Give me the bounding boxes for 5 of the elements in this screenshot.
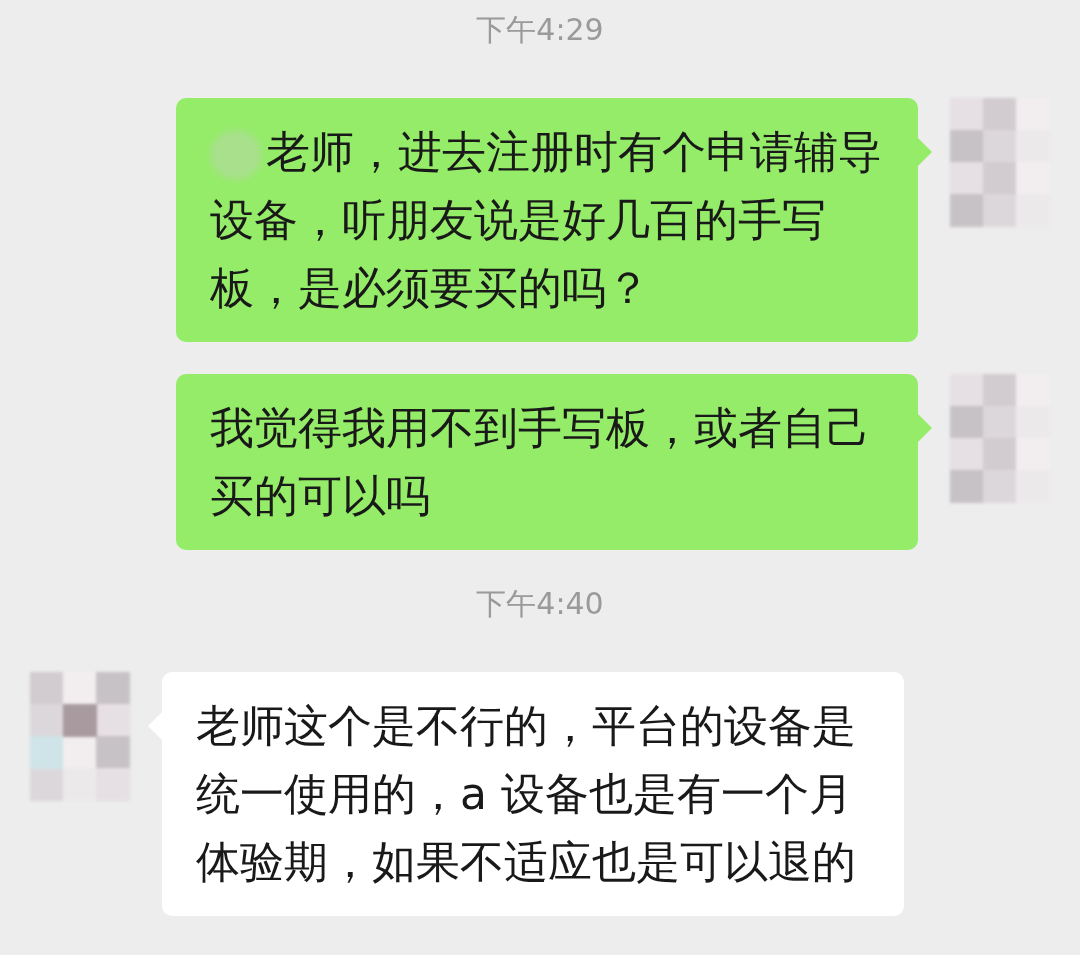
- timestamp: 下午4:29: [476, 11, 604, 49]
- message-text: 我觉得我用不到手写板，或者自己买的可以吗: [210, 402, 870, 521]
- message-text: 老师，进去注册时有个申请辅导设备，听朋友说是好几百的手写板，是必须要买的吗？: [210, 126, 882, 313]
- timestamp: 下午4:40: [476, 585, 604, 623]
- message-text: 老师这个是不行的，平台的设备是统一使用的，a 设备也是有一个月体验期，如果不适应也是可以退的: [196, 700, 856, 887]
